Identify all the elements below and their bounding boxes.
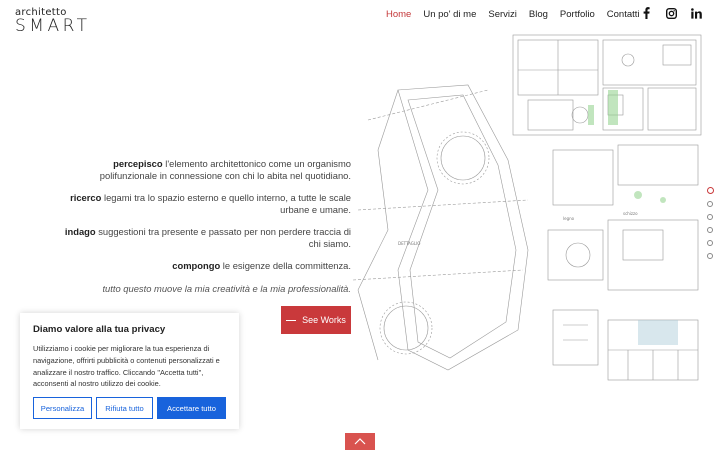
accept-all-button[interactable]: Accettare tutto bbox=[157, 397, 226, 420]
svg-text:schizzo: schizzo bbox=[623, 211, 638, 216]
slide-dot[interactable] bbox=[707, 201, 713, 207]
cookie-description: Utilizziamo i cookie per migliorare la t… bbox=[33, 344, 220, 389]
line-icon bbox=[286, 319, 297, 321]
see-works-label: See Works bbox=[302, 315, 346, 325]
cookie-title: Diamo valore alla tua privacy bbox=[33, 324, 166, 335]
slide-dot[interactable] bbox=[707, 214, 713, 220]
nav-about[interactable]: Un po' di me bbox=[423, 9, 476, 20]
svg-text:DETTAGLIO: DETTAGLIO bbox=[398, 241, 420, 246]
manifesto-p4-text: le esigenze della committenza. bbox=[220, 260, 351, 271]
see-works-button[interactable]: See Works bbox=[281, 306, 351, 334]
manifesto-paragraph: percepisco l'elemento architettonico com… bbox=[60, 158, 351, 181]
nav-contacts[interactable]: Contatti bbox=[607, 9, 640, 20]
linkedin-icon[interactable] bbox=[690, 7, 702, 19]
keyword-ricerco: ricerco bbox=[70, 192, 102, 203]
svg-text:legno: legno bbox=[563, 216, 575, 221]
instagram-icon[interactable] bbox=[665, 7, 677, 19]
manifesto-p3-text: suggestioni tra presente e passato per n… bbox=[95, 226, 351, 249]
nav-blog[interactable]: Blog bbox=[529, 9, 548, 20]
nav-portfolio[interactable]: Portfolio bbox=[560, 9, 595, 20]
slide-dot[interactable] bbox=[707, 253, 713, 259]
nav-home[interactable]: Home bbox=[386, 9, 411, 20]
manifesto-paragraph: ricerco legami tra lo spazio esterno e q… bbox=[60, 192, 351, 215]
slide-pagination bbox=[707, 187, 714, 259]
main-nav: Home Un po' di me Servizi Blog Portfolio… bbox=[386, 8, 652, 20]
manifesto-closing: tutto questo muove la mia creatività e l… bbox=[102, 282, 351, 294]
scroll-to-top-button[interactable] bbox=[345, 433, 375, 450]
manifesto-text: percepisco l'elemento architettonico com… bbox=[60, 158, 351, 305]
keyword-indago: indago bbox=[64, 226, 96, 237]
facebook-icon[interactable] bbox=[640, 7, 652, 19]
slide-dot[interactable] bbox=[707, 187, 714, 194]
logo-bottom-text: SMART bbox=[15, 16, 91, 36]
keyword-compongo: compongo bbox=[172, 260, 221, 271]
manifesto-paragraph: indago suggestioni tra presente e passat… bbox=[60, 226, 351, 249]
nav-services[interactable]: Servizi bbox=[488, 9, 517, 20]
slide-dot[interactable] bbox=[707, 227, 713, 233]
slide-dot[interactable] bbox=[707, 240, 713, 246]
cookie-buttons: Personalizza Rifiuta tutto Accettare tut… bbox=[33, 397, 226, 420]
cookie-banner: Diamo valore alla tua privacy Utilizziam… bbox=[20, 313, 239, 429]
social-links bbox=[640, 7, 702, 19]
manifesto-paragraph: compongo le esigenze della committenza. bbox=[60, 260, 351, 272]
site-logo[interactable]: architetto SMART bbox=[15, 7, 91, 36]
chevron-up-icon bbox=[354, 438, 366, 445]
reject-all-button[interactable]: Rifiuta tutto bbox=[96, 397, 153, 420]
manifesto-p2-text: legami tra lo spazio esterno e quello in… bbox=[101, 192, 351, 215]
customize-button[interactable]: Personalizza bbox=[33, 397, 92, 420]
architectural-drawing: DETTAGLIO legno schizzo bbox=[338, 30, 708, 390]
keyword-percepisco: percepisco bbox=[113, 158, 163, 169]
